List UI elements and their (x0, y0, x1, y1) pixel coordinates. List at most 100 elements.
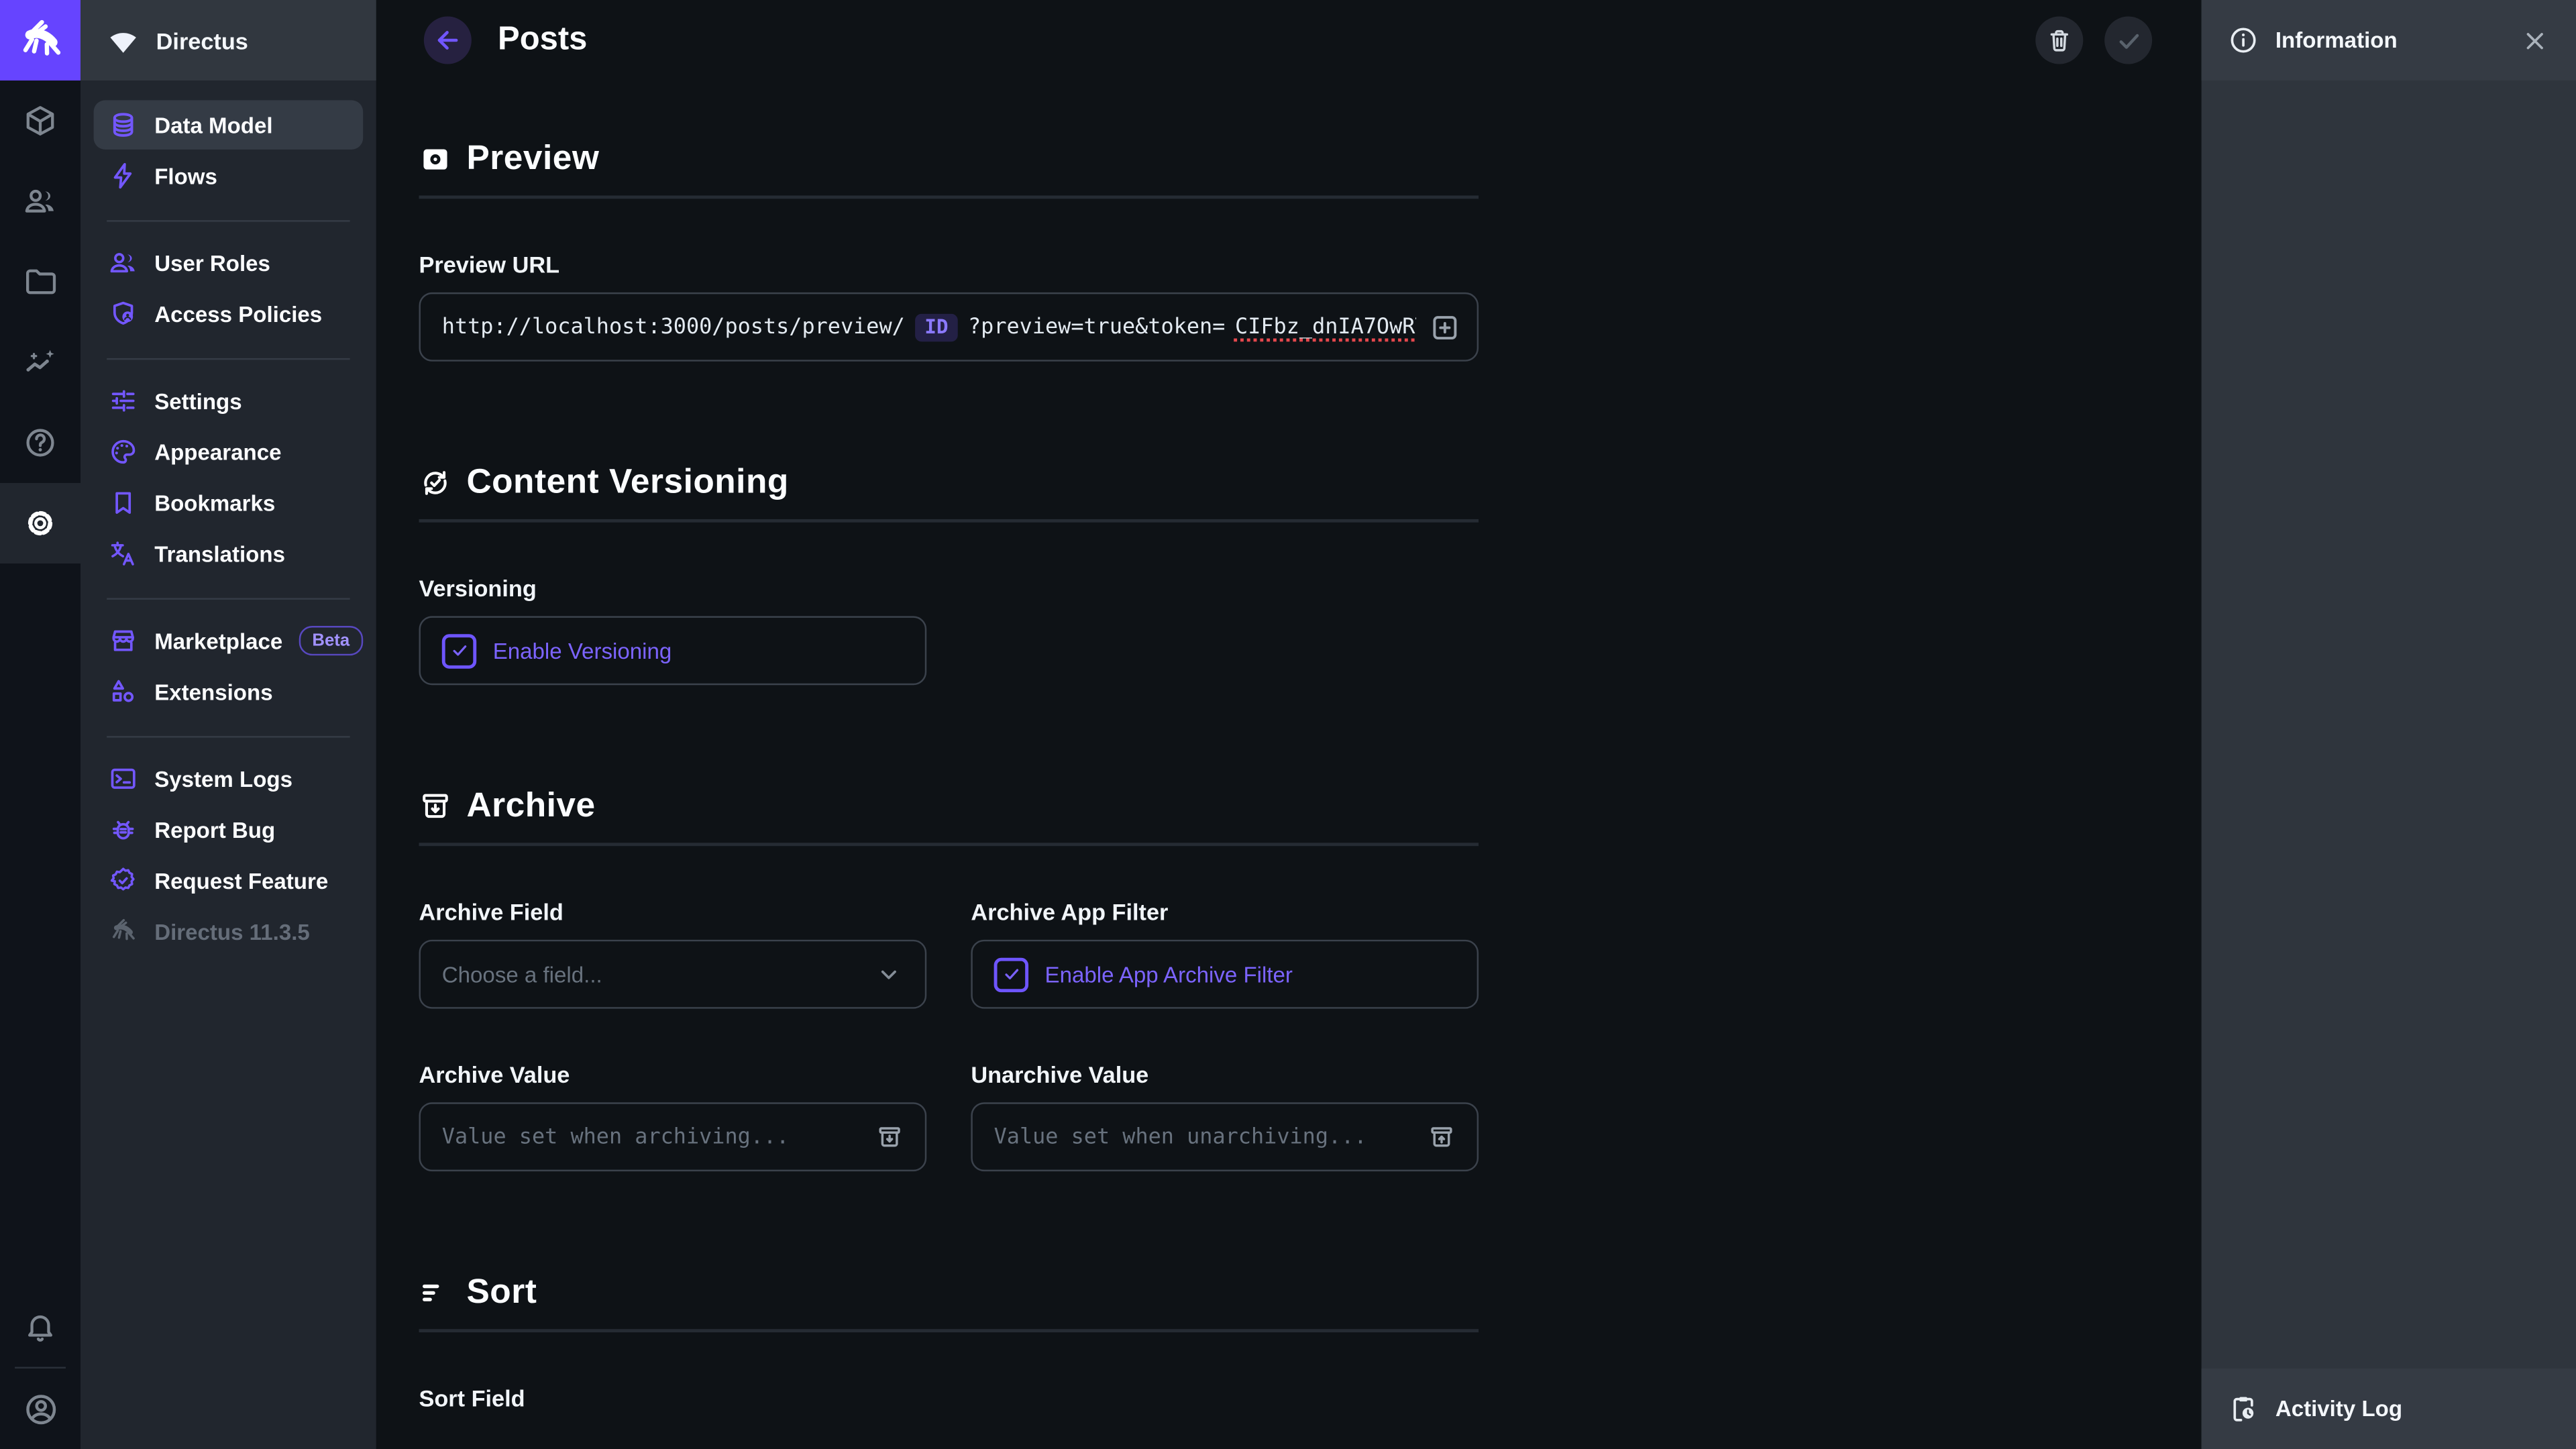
sidebar-item-appearance[interactable]: Appearance (94, 427, 364, 476)
bell-icon (23, 1309, 57, 1344)
database-icon (109, 110, 138, 140)
notifications-button[interactable] (0, 1287, 80, 1367)
archive-value-field (419, 1102, 926, 1171)
sidebar-item-access-policies[interactable]: Access Policies (94, 289, 364, 338)
sidebar-item-label: Extensions (154, 680, 272, 704)
url-prefix: http://localhost:3000/posts/preview/ (442, 315, 905, 339)
archive-field-label: Archive Field (419, 899, 926, 925)
directus-logo[interactable] (0, 0, 80, 80)
archive-value-input[interactable] (442, 1124, 876, 1149)
bookmark-icon (109, 488, 138, 517)
activity-log-bar[interactable]: Activity Log (2202, 1368, 2576, 1449)
rabbit-icon (15, 15, 64, 64)
sort-icon (419, 1277, 451, 1309)
user-avatar[interactable] (0, 1368, 80, 1449)
activity-log-icon (2228, 1393, 2259, 1425)
project-header[interactable]: Directus (80, 0, 376, 80)
add-variable-icon[interactable] (1430, 311, 1461, 343)
sidebar-item-label: Request Feature (154, 868, 328, 893)
shapes-icon (109, 677, 138, 706)
archive-app-filter-label: Archive App Filter (971, 899, 1479, 925)
sidebar-version: Directus 11.3.5 (94, 907, 364, 956)
sidebar-item-label: System Logs (154, 766, 292, 791)
section-divider (419, 195, 1479, 199)
activity-log-label: Activity Log (2275, 1397, 2402, 1421)
arrow-left-icon (432, 25, 464, 56)
section-content-versioning: Content Versioning Versioning Enable Ver… (419, 464, 1479, 686)
module-settings[interactable] (0, 483, 80, 564)
palette-icon (109, 437, 138, 466)
gear-icon (23, 506, 57, 540)
info-sidebar-body (2202, 80, 2576, 1368)
settings-sidebar: Directus Data Model Flows (80, 0, 376, 1449)
module-files[interactable] (0, 241, 80, 322)
back-button[interactable] (424, 16, 472, 64)
sidebar-item-system-logs[interactable]: System Logs (94, 754, 364, 803)
checkbox-label: Enable App Archive Filter (1045, 962, 1293, 987)
enable-versioning-checkbox[interactable]: Enable Versioning (419, 616, 926, 685)
url-query: ?preview=true&token= (968, 315, 1225, 339)
archive-field-select[interactable]: Choose a field... (419, 940, 926, 1009)
module-insights[interactable] (0, 322, 80, 402)
sidebar-divider (94, 202, 364, 238)
section-sort: Sort Sort Field (419, 1273, 1479, 1426)
section-title: Content Versioning (467, 464, 789, 503)
module-content[interactable] (0, 80, 80, 161)
info-icon (2228, 25, 2259, 56)
save-button[interactable] (2104, 16, 2152, 64)
connection-status-icon (107, 24, 140, 57)
sidebar-item-label: Flows (154, 164, 217, 189)
sidebar-item-label: Access Policies (154, 301, 322, 326)
delete-collection-button[interactable] (2035, 16, 2083, 64)
page-title: Posts (498, 21, 587, 59)
close-icon[interactable] (2520, 25, 2550, 55)
help-icon (23, 425, 57, 460)
bug-icon (109, 815, 138, 845)
translate-icon (109, 539, 138, 568)
module-help[interactable] (0, 402, 80, 483)
sidebar-item-label: Report Bug (154, 817, 275, 842)
sidebar-item-report-bug[interactable]: Report Bug (94, 805, 364, 854)
sidebar-item-flows[interactable]: Flows (94, 151, 364, 200)
sidebar-item-request-feature[interactable]: Request Feature (94, 856, 364, 905)
preview-url-input[interactable]: http://localhost:3000/posts/preview/ ID … (419, 292, 1479, 362)
versioning-sync-icon (419, 467, 451, 500)
sidebar-item-translations[interactable]: Translations (94, 529, 364, 578)
sidebar-item-settings[interactable]: Settings (94, 376, 364, 425)
sidebar-divider (94, 340, 364, 376)
unarchive-value-label: Unarchive Value (971, 1061, 1479, 1087)
sidebar-item-bookmarks[interactable]: Bookmarks (94, 478, 364, 527)
archive-value-label: Archive Value (419, 1061, 926, 1087)
section-divider (419, 843, 1479, 846)
main-header: Posts (376, 0, 2202, 80)
checkbox-label: Enable Versioning (493, 638, 672, 663)
versioning-label: Versioning (419, 575, 926, 601)
unarchive-value-input[interactable] (994, 1124, 1428, 1149)
terminal-icon (109, 764, 138, 794)
sidebar-item-data-model[interactable]: Data Model (94, 100, 364, 149)
insights-icon (23, 345, 57, 379)
version-label: Directus 11.3.5 (154, 919, 310, 944)
check-icon (2114, 25, 2143, 55)
info-sidebar: Information Activity Log (2202, 0, 2576, 1449)
module-users[interactable] (0, 161, 80, 241)
section-divider (419, 1329, 1479, 1332)
enable-app-archive-filter-checkbox[interactable]: Enable App Archive Filter (971, 940, 1479, 1009)
sidebar-item-extensions[interactable]: Extensions (94, 667, 364, 716)
section-divider (419, 519, 1479, 523)
account-circle-icon (22, 1391, 58, 1427)
sidebar-divider (94, 580, 364, 616)
sidebar-item-label: User Roles (154, 250, 270, 275)
seal-check-icon (109, 866, 138, 896)
section-preview: Preview Preview URL http://localhost:300… (419, 140, 1479, 362)
select-placeholder: Choose a field... (442, 962, 602, 987)
sidebar-item-user-roles[interactable]: User Roles (94, 238, 364, 287)
section-title: Sort (467, 1273, 537, 1313)
id-variable-chip[interactable]: ID (915, 313, 959, 341)
sort-field-label: Sort Field (419, 1385, 926, 1411)
sidebar-item-label: Marketplace (154, 629, 282, 653)
sidebar-item-marketplace[interactable]: Marketplace Beta (94, 616, 364, 665)
storefront-icon (109, 626, 138, 655)
section-archive: Archive Archive Field Choose a field... (419, 787, 1479, 1171)
shield-user-icon (109, 299, 138, 329)
